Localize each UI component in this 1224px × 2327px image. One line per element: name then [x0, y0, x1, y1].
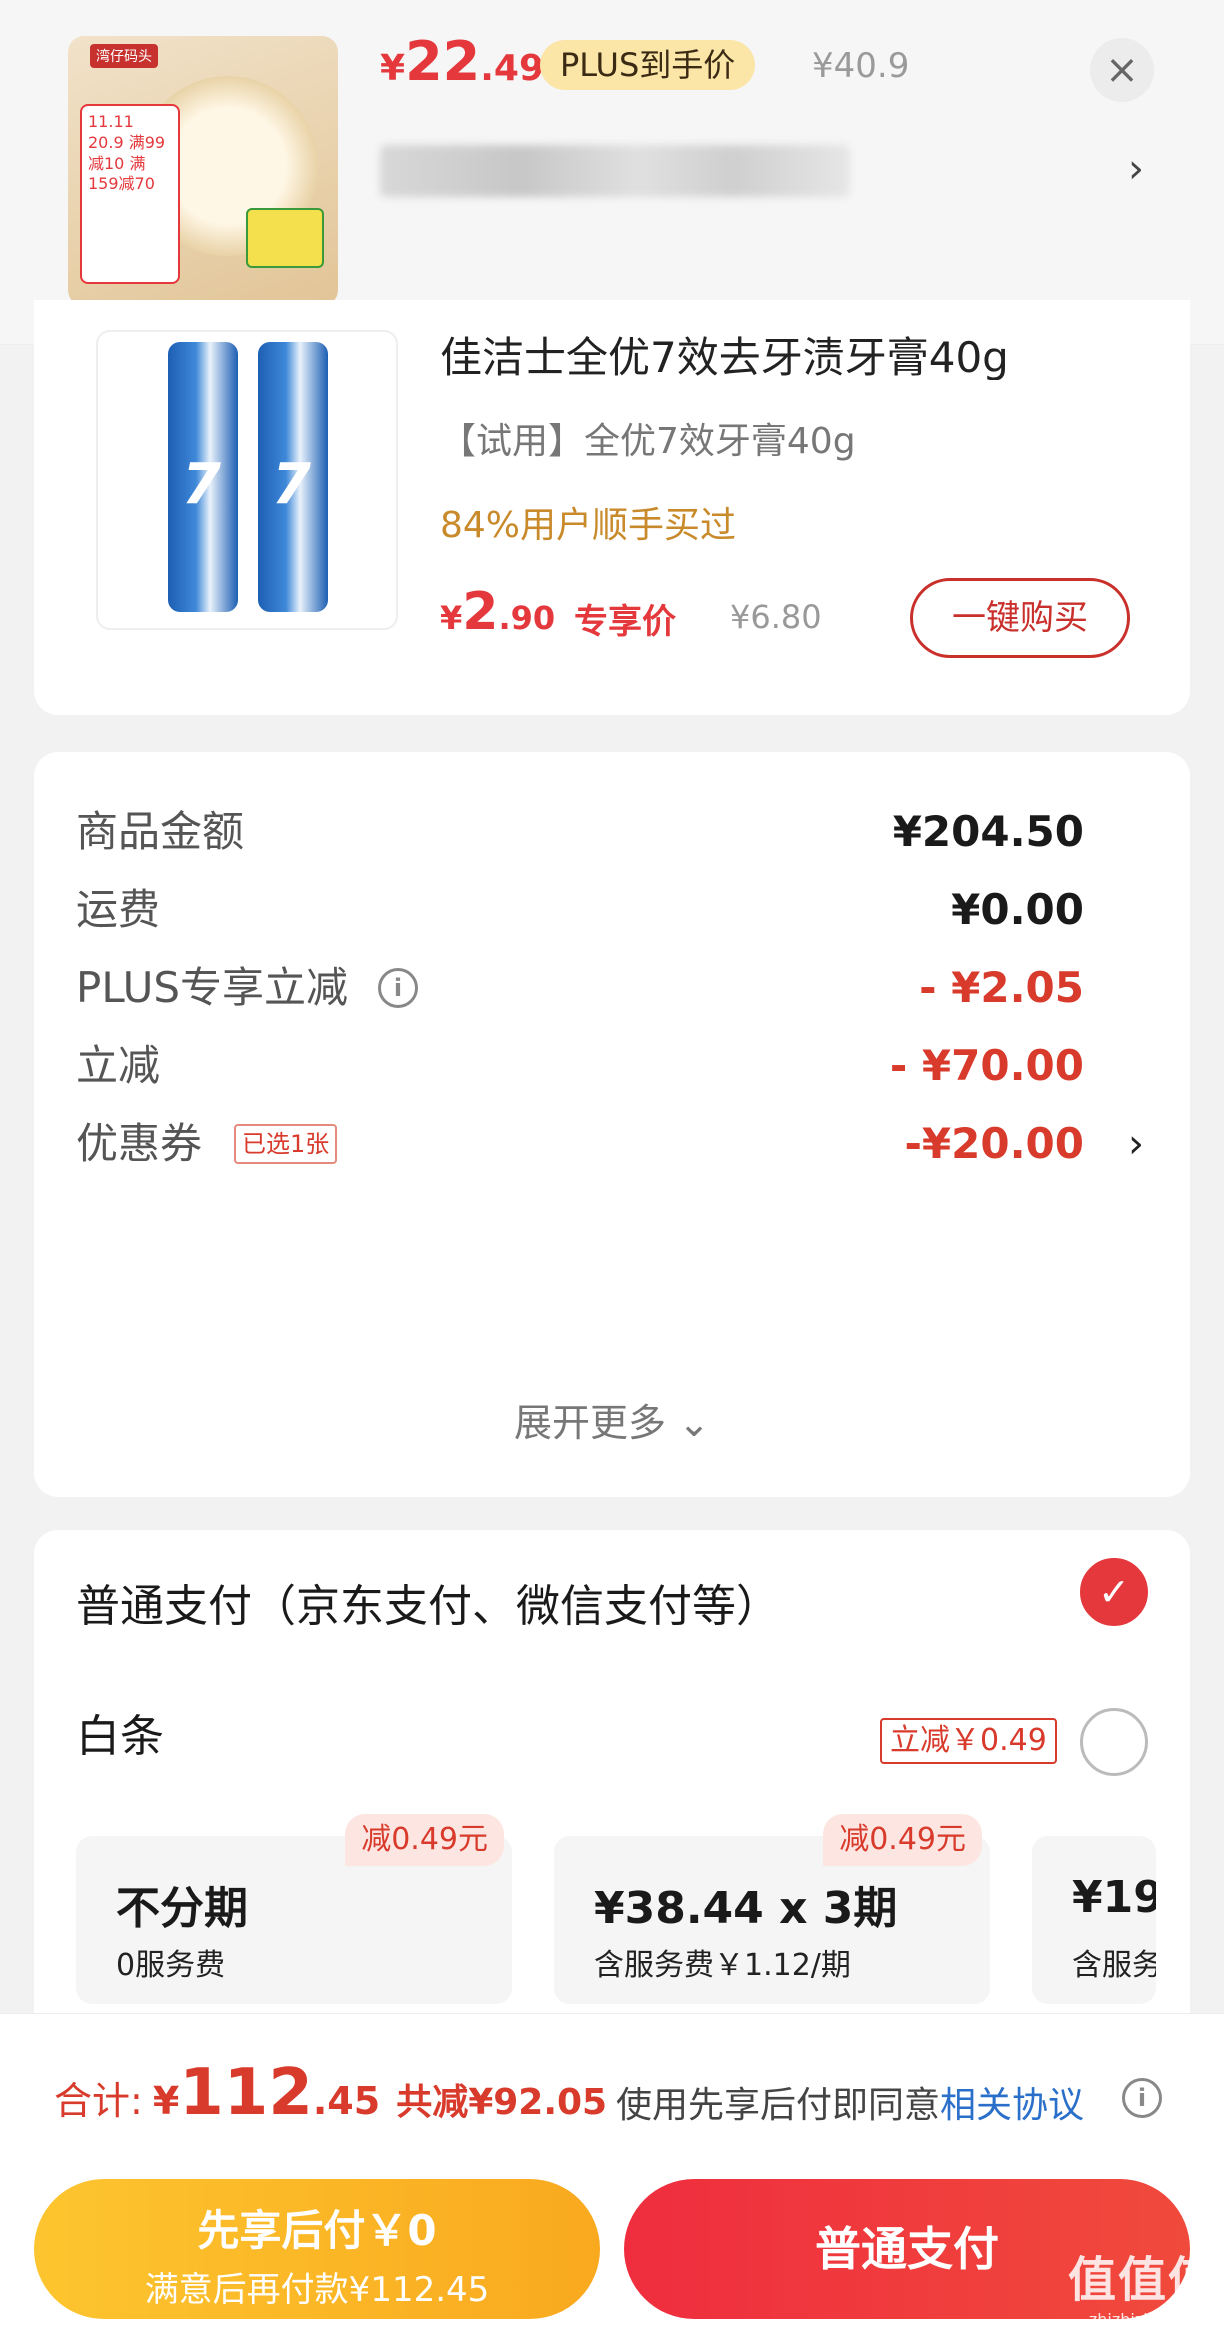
summary-row-coupon[interactable]: 优惠券 已选1张 -¥20.00 › — [76, 1114, 1144, 1174]
total-label: 合计: — [54, 2079, 143, 2123]
product-thumbnail[interactable]: 湾仔码头 11.11 20.9 满99减10 满159减70 — [68, 36, 338, 306]
exclusive-price-label: 专享价 — [574, 602, 676, 642]
installment-discount-badge: 减0.49元 — [345, 1814, 504, 1866]
coupon-selected-tag: 已选1张 — [234, 1124, 338, 1164]
installment-discount-badge: 减0.49元 — [823, 1814, 982, 1866]
product-buy-hint: 84%用户顺手买过 — [440, 505, 737, 546]
addon-product-card: 7 7 佳洁士全优7效去牙渍牙膏40g 【试用】全优7效牙膏40g 84%用户顺… — [34, 300, 1190, 715]
installment-main: 不分期 — [116, 1883, 248, 1934]
summary-label: PLUS专享立减 — [76, 963, 349, 1012]
header-price: ¥ 22 .49 — [380, 30, 544, 100]
info-icon[interactable]: i — [378, 968, 418, 1008]
summary-row-plus-discount: PLUS专享立减 i - ¥2.05 — [76, 958, 1144, 1018]
blurred-product-name — [380, 145, 850, 197]
product-image[interactable]: 7 7 — [96, 330, 398, 630]
product-price: ¥ 2 .90 — [440, 582, 555, 642]
header-price-int: 22 — [405, 30, 481, 93]
chevron-right-icon[interactable]: › — [1128, 146, 1144, 192]
thumbnail-package — [246, 208, 324, 268]
product-title: 佳洁士全优7效去牙渍牙膏40g — [440, 333, 1009, 380]
payment-method-card: 普通支付（京东支付、微信支付等） ✓ 白条 立减￥0.49 减0.49元 不分期… — [34, 1530, 1190, 2070]
toothpaste-tube: 7 — [168, 342, 238, 612]
total-yen: ¥ — [152, 2079, 180, 2123]
summary-row-goods-amount: 商品金额 ¥204.50 — [76, 802, 1144, 862]
header-price-yen: ¥ — [380, 48, 406, 89]
pay-later-subtitle: 满意后再付款¥112.45 — [144, 2270, 490, 2310]
summary-value: ¥0.00 — [951, 885, 1084, 934]
baitiao-discount-tag: 立减￥0.49 — [880, 1718, 1057, 1764]
plus-price-badge: PLUS到手价 — [540, 40, 756, 90]
watermark-domain: zhizhizhi.com — [1088, 2310, 1198, 2327]
summary-row-instant-discount: 立减 - ¥70.00 — [76, 1036, 1144, 1096]
radio-unchecked-icon[interactable] — [1080, 1708, 1148, 1776]
top-product-header: 湾仔码头 11.11 20.9 满99减10 满159减70 ¥ 22 .49 … — [0, 0, 1224, 345]
product-price-yen: ¥ — [440, 599, 463, 637]
summary-value: -¥20.00 — [904, 1119, 1084, 1168]
header-original-price: ¥40.9 — [812, 46, 910, 86]
chevron-right-icon[interactable]: › — [1128, 1114, 1144, 1174]
order-total: 合计: ¥ 112 .45 共减¥92.05 — [54, 2056, 607, 2130]
installment-main: ¥19 — [1072, 1872, 1156, 1923]
expand-more-button[interactable]: 展开更多 ⌄ — [34, 1392, 1190, 1447]
payment-option-baitiao[interactable]: 白条 — [76, 1700, 164, 1764]
summary-label: 商品金额 — [76, 807, 245, 856]
checkout-bar: 合计: ¥ 112 .45 共减¥92.05 使用先享后付即同意相关协议 i 先… — [0, 2013, 1224, 2327]
header-price-dec: .49 — [480, 48, 544, 89]
installment-sub: 0服务费 — [116, 1948, 226, 1983]
summary-value: ¥204.50 — [892, 807, 1084, 856]
thumbnail-promo-label: 11.11 20.9 满99减10 满159减70 — [80, 104, 180, 284]
product-price-dec: .90 — [498, 599, 556, 637]
installment-option[interactable]: ¥19 含服务 — [1032, 1836, 1156, 2004]
payment-option-normal[interactable]: 普通支付（京东支付、微信支付等） — [76, 1570, 780, 1634]
summary-label: 优惠券 — [76, 1119, 203, 1168]
installment-option[interactable]: 减0.49元 不分期 0服务费 — [76, 1814, 512, 2004]
agreement-prefix: 使用先享后付即同意 — [616, 2085, 941, 2126]
watermark-text: 值值值 — [1068, 2252, 1219, 2308]
pay-later-title: 先享后付￥0 — [197, 2206, 437, 2255]
toothpaste-box: 7 — [258, 342, 328, 612]
total-int: 112 — [179, 2056, 313, 2130]
installment-main: ¥38.44 x 3期 — [594, 1883, 898, 1934]
installment-sub: 含服务 — [1072, 1948, 1156, 1983]
total-saved: 共减¥92.05 — [396, 2082, 608, 2123]
summary-label: 立减 — [76, 1041, 161, 1090]
agreement-text: 使用先享后付即同意相关协议 — [616, 2076, 1084, 2128]
pay-later-button[interactable]: 先享后付￥0 满意后再付款¥112.45 — [34, 2179, 600, 2319]
site-watermark: 值值值 zhizhizhi.com — [1068, 2240, 1218, 2327]
installment-sub: 含服务费￥1.12/期 — [594, 1948, 851, 1983]
thumbnail-brand-tag: 湾仔码头 — [90, 44, 158, 68]
summary-label: 运费 — [76, 885, 161, 934]
info-icon[interactable]: i — [1122, 2078, 1162, 2118]
check-icon[interactable]: ✓ — [1080, 1558, 1148, 1626]
product-price-int: 2 — [462, 582, 499, 642]
agreement-link[interactable]: 相关协议 — [940, 2085, 1084, 2126]
total-dec: .45 — [312, 2079, 381, 2123]
one-click-buy-button[interactable]: 一键购买 — [910, 578, 1130, 658]
installment-option[interactable]: 减0.49元 ¥38.44 x 3期 含服务费￥1.12/期 — [554, 1814, 990, 2004]
summary-value: - ¥2.05 — [919, 963, 1084, 1012]
close-icon[interactable]: × — [1090, 38, 1154, 102]
summary-value: - ¥70.00 — [889, 1041, 1084, 1090]
price-summary-card: 商品金额 ¥204.50 运费 ¥0.00 PLUS专享立减 i - ¥2.05… — [34, 752, 1190, 1497]
summary-row-shipping: 运费 ¥0.00 — [76, 880, 1144, 940]
product-original-price: ¥6.80 — [730, 598, 822, 636]
product-sku: 【试用】全优7效牙膏40g — [440, 421, 856, 462]
